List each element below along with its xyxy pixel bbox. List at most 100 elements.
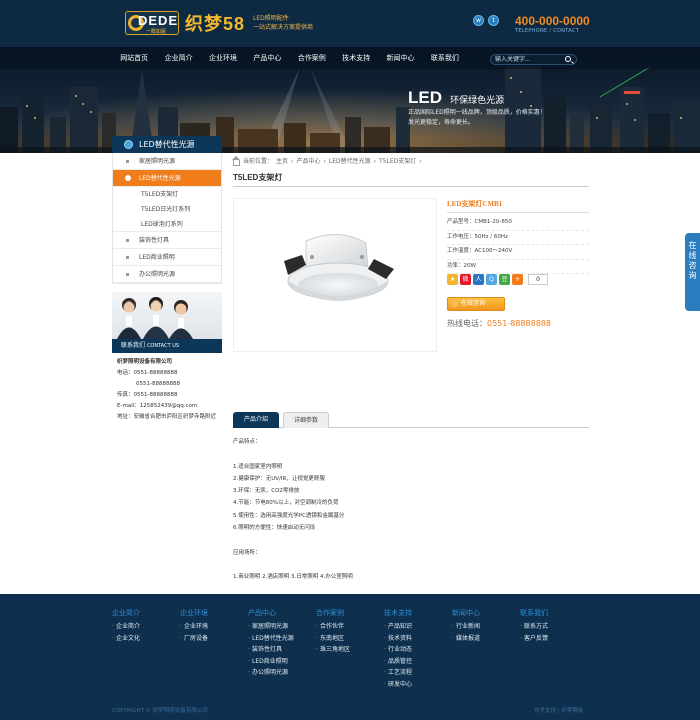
sidebar-list: 家居照明光源 LED替代性光源 T5LED支架灯 T5LED日光灯系列 LED球… bbox=[112, 153, 222, 284]
footer-col-about: 企业简介 企业简介 企业文化 bbox=[112, 608, 180, 644]
footer-link[interactable]: 品质管控 bbox=[384, 656, 452, 668]
more-share-icon[interactable]: + bbox=[512, 274, 523, 285]
footer-link[interactable]: 企业简介 bbox=[112, 621, 180, 633]
contact-tel-1: 电话：0551-88888888 bbox=[117, 368, 217, 379]
renren-icon[interactable]: 人 bbox=[473, 274, 484, 285]
sidebar-bulb-icon bbox=[124, 140, 133, 149]
online-consult-button[interactable]: 在线咨询 bbox=[447, 297, 505, 311]
contact-header: 联系我们 CONTACT US bbox=[112, 339, 222, 353]
contact-fax: 传真：0551-88888888 bbox=[117, 392, 178, 398]
sidebar-subitem-t5-tube[interactable]: T5LED日光灯系列 bbox=[113, 202, 221, 217]
tencent-weibo-icon[interactable]: t bbox=[488, 15, 499, 26]
search-icon[interactable] bbox=[565, 56, 571, 62]
footer-link[interactable]: 企业环境 bbox=[180, 621, 248, 633]
footer-link[interactable]: 工艺流程 bbox=[384, 667, 452, 679]
footer-col-head[interactable]: 企业环境 bbox=[180, 608, 248, 618]
tel-label: 电话： bbox=[117, 370, 134, 376]
content-line: 5.使用性：选用高强度光学PC透镜和金属基分 bbox=[233, 512, 345, 519]
footer-link[interactable]: 联系方式 bbox=[520, 621, 588, 633]
footer-link[interactable]: 企业文化 bbox=[112, 633, 180, 645]
content-line: 1.适合国家室内照明 bbox=[233, 463, 283, 470]
footer-link[interactable]: 技术资料 bbox=[384, 633, 452, 645]
footer-link[interactable]: 客户反馈 bbox=[520, 633, 588, 645]
nav-item-products[interactable]: 产品中心 bbox=[245, 47, 289, 69]
nav-item-environment[interactable]: 企业环境 bbox=[201, 47, 245, 69]
content-line: 3.环保：无汞，CO2零排放 bbox=[233, 488, 300, 495]
nav-item-home[interactable]: 网站首页 bbox=[112, 47, 156, 69]
search-input[interactable] bbox=[495, 55, 561, 64]
sidebar-header: LED替代性光源 bbox=[112, 136, 222, 153]
hotline: 热线电话：0551-88888888 bbox=[447, 318, 551, 329]
sidebar-item-led-alternative[interactable]: LED替代性光源 bbox=[113, 170, 221, 187]
footer-link[interactable]: 珠三角地区 bbox=[316, 644, 384, 656]
footer-col-head[interactable]: 合作案例 bbox=[316, 608, 384, 618]
brand-name: 织梦58 bbox=[185, 14, 246, 34]
logo-word: DEDE bbox=[138, 13, 179, 28]
footer-link[interactable]: 行业新闻 bbox=[452, 621, 520, 633]
qzone-star-icon[interactable]: ★ bbox=[447, 274, 458, 285]
sidebar-item-home-lighting[interactable]: 家居照明光源 bbox=[113, 153, 221, 170]
banner-line-1: 正品国际LED照明一线品牌，顶级品质，价格实惠！ bbox=[408, 109, 546, 116]
footer-link[interactable]: 家居照明光源 bbox=[248, 621, 316, 633]
sina-weibo-icon[interactable]: w bbox=[473, 15, 484, 26]
sidebar-item-office[interactable]: 办公照明光源 bbox=[113, 266, 221, 283]
weibo-icon[interactable]: 微 bbox=[460, 274, 471, 285]
social-icons: w t bbox=[473, 15, 499, 26]
sidebar-item-label: 办公照明光源 bbox=[139, 271, 176, 278]
dede-logo-badge: DEDE 一概如驱 bbox=[125, 11, 179, 35]
footer-link[interactable]: 办公照明光源 bbox=[248, 667, 316, 679]
footer-link[interactable]: 厂房设备 bbox=[180, 633, 248, 645]
contact-address: 地址：安徽省合肥市庐阳区织梦寺路附近 bbox=[117, 414, 217, 420]
footer-link[interactable]: 东南地区 bbox=[316, 633, 384, 645]
logo[interactable]: DEDE 一概如驱 织梦58 LED照明配件 一站式解决方案提供商 bbox=[125, 11, 313, 35]
contact-header-title: 联系我们 CONTACT US bbox=[121, 339, 179, 353]
footer-link[interactable]: LED替代性光源 bbox=[248, 633, 316, 645]
footer: 企业简介 企业简介 企业文化 企业环境 企业环境 厂房设备 产品中心 家居照明光… bbox=[0, 594, 700, 720]
breadcrumb-home[interactable]: 主页 bbox=[276, 156, 288, 168]
sidebar-item-decorative[interactable]: 装饰性灯具 bbox=[113, 232, 221, 249]
product-details: LED支架灯CMB1 产品型号：CMB1-20-850 工作电压：50Hz / … bbox=[447, 198, 589, 274]
sidebar-subitem-t5-bracket[interactable]: T5LED支架灯 bbox=[113, 187, 221, 202]
floating-consult-tab[interactable]: 在线咨询 bbox=[685, 233, 700, 311]
share-count: 0 bbox=[528, 274, 548, 285]
nav-item-cases[interactable]: 合作案例 bbox=[290, 47, 334, 69]
footer-link[interactable]: 装饰性灯具 bbox=[248, 644, 316, 656]
footer-link[interactable]: LED商业照明 bbox=[248, 656, 316, 668]
footer-col-head[interactable]: 企业简介 bbox=[112, 608, 180, 618]
breadcrumb-products[interactable]: 产品中心 bbox=[296, 156, 320, 168]
nav-item-news[interactable]: 新闻中心 bbox=[378, 47, 422, 69]
footer-col-support: 技术支持 产品知识 技术资料 行业动态 品质管控 工艺流程 研发中心 bbox=[384, 608, 452, 690]
footer-col-head[interactable]: 技术支持 bbox=[384, 608, 452, 618]
footer-col-head[interactable]: 新闻中心 bbox=[452, 608, 520, 618]
sidebar-item-commercial[interactable]: LED商业照明 bbox=[113, 249, 221, 266]
bullet-icon bbox=[126, 273, 129, 276]
floating-consult-label: 在线咨询 bbox=[688, 241, 697, 280]
downlight-illustration bbox=[284, 233, 394, 301]
footer-link[interactable]: 研发中心 bbox=[384, 679, 452, 691]
hotline-number: 0551-88888888 bbox=[487, 319, 551, 328]
breadcrumb-category[interactable]: LED替代性光源 bbox=[329, 156, 371, 168]
footer-col-head[interactable]: 联系我们 bbox=[520, 608, 588, 618]
tencent-icon[interactable]: Q bbox=[486, 274, 497, 285]
tab-parameters[interactable]: 详细参数 bbox=[283, 412, 329, 428]
footer-tech-support[interactable]: 技术支持 | 织梦模板 bbox=[534, 706, 583, 714]
footer-link[interactable]: 媒体报道 bbox=[452, 633, 520, 645]
footer-link[interactable]: 产品知识 bbox=[384, 621, 452, 633]
douban-icon[interactable]: 豆 bbox=[499, 274, 510, 285]
nav-item-support[interactable]: 技术支持 bbox=[334, 47, 378, 69]
detail-divider bbox=[447, 212, 589, 213]
tab-introduction[interactable]: 产品介绍 bbox=[233, 412, 279, 428]
footer-link[interactable]: 行业动态 bbox=[384, 644, 452, 656]
footer-link[interactable]: 合作伙伴 bbox=[316, 621, 384, 633]
nav-item-contact[interactable]: 联系我们 bbox=[423, 47, 467, 69]
nav-item-about[interactable]: 企业简介 bbox=[156, 47, 200, 69]
spec-temperature: 工作温度：AC100～240V bbox=[447, 245, 589, 260]
product-image[interactable] bbox=[233, 198, 437, 352]
footer-col-head[interactable]: 产品中心 bbox=[248, 608, 316, 618]
banner-line-2: 发光更稳定，寿命更长。 bbox=[408, 119, 475, 126]
sidebar-subitem-bulb[interactable]: LED球泡灯系列 bbox=[113, 217, 221, 232]
breadcrumb-current[interactable]: T5LED支架灯 bbox=[379, 156, 416, 168]
content-line bbox=[233, 448, 589, 460]
spec-power: 功率：20W bbox=[447, 260, 589, 274]
contact-head-cn: 联系我们 bbox=[121, 342, 146, 349]
